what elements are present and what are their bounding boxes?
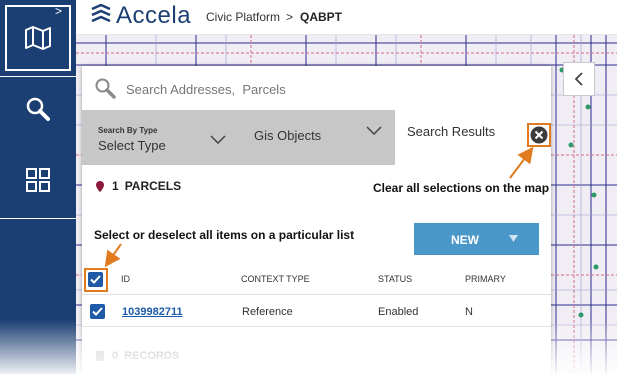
callout-arrow bbox=[104, 243, 122, 268]
callout-arrow bbox=[509, 146, 534, 179]
annotation-arrows bbox=[104, 146, 534, 268]
